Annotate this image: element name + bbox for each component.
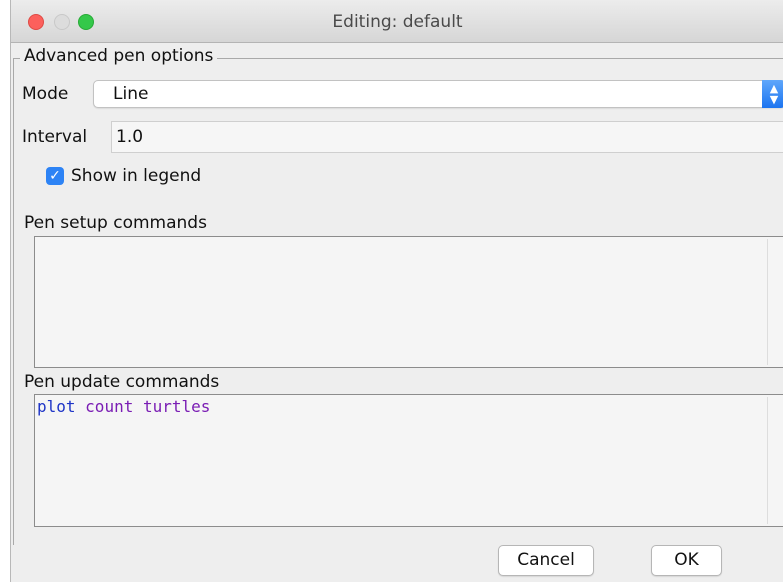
code-reporter: count turtles [85, 397, 211, 416]
pen-setup-editor[interactable] [34, 236, 783, 368]
cancel-button[interactable]: Cancel [498, 545, 594, 576]
mode-selected-value: Line [113, 84, 149, 104]
pen-editor-window: Editing: default Advanced pen options Mo… [10, 0, 783, 582]
title-bar[interactable]: Editing: default [11, 0, 783, 43]
show-in-legend-label[interactable]: Show in legend [71, 166, 201, 186]
pen-update-code: plot count turtles [37, 397, 210, 416]
pen-update-editor[interactable]: plot count turtles [34, 394, 783, 527]
pen-setup-label: Pen setup commands [24, 213, 207, 233]
editor-margin-line [767, 239, 768, 365]
interval-input[interactable]: 1.0 [111, 121, 783, 153]
window-title: Editing: default [332, 12, 463, 32]
checkmark-icon: ✓ [49, 168, 61, 184]
show-in-legend-checkbox[interactable]: ✓ [46, 167, 64, 185]
editor-margin-line [767, 397, 768, 524]
select-stepper-icon[interactable]: ▲ ▼ [762, 80, 783, 108]
code-keyword: plot [37, 397, 76, 416]
pen-update-label: Pen update commands [24, 372, 220, 392]
ok-button[interactable]: OK [651, 545, 722, 576]
mode-select[interactable]: Line ▲ ▼ [93, 80, 783, 108]
group-title: Advanced pen options [20, 46, 218, 66]
mode-label: Mode [22, 84, 69, 104]
interval-label: Interval [22, 127, 88, 147]
